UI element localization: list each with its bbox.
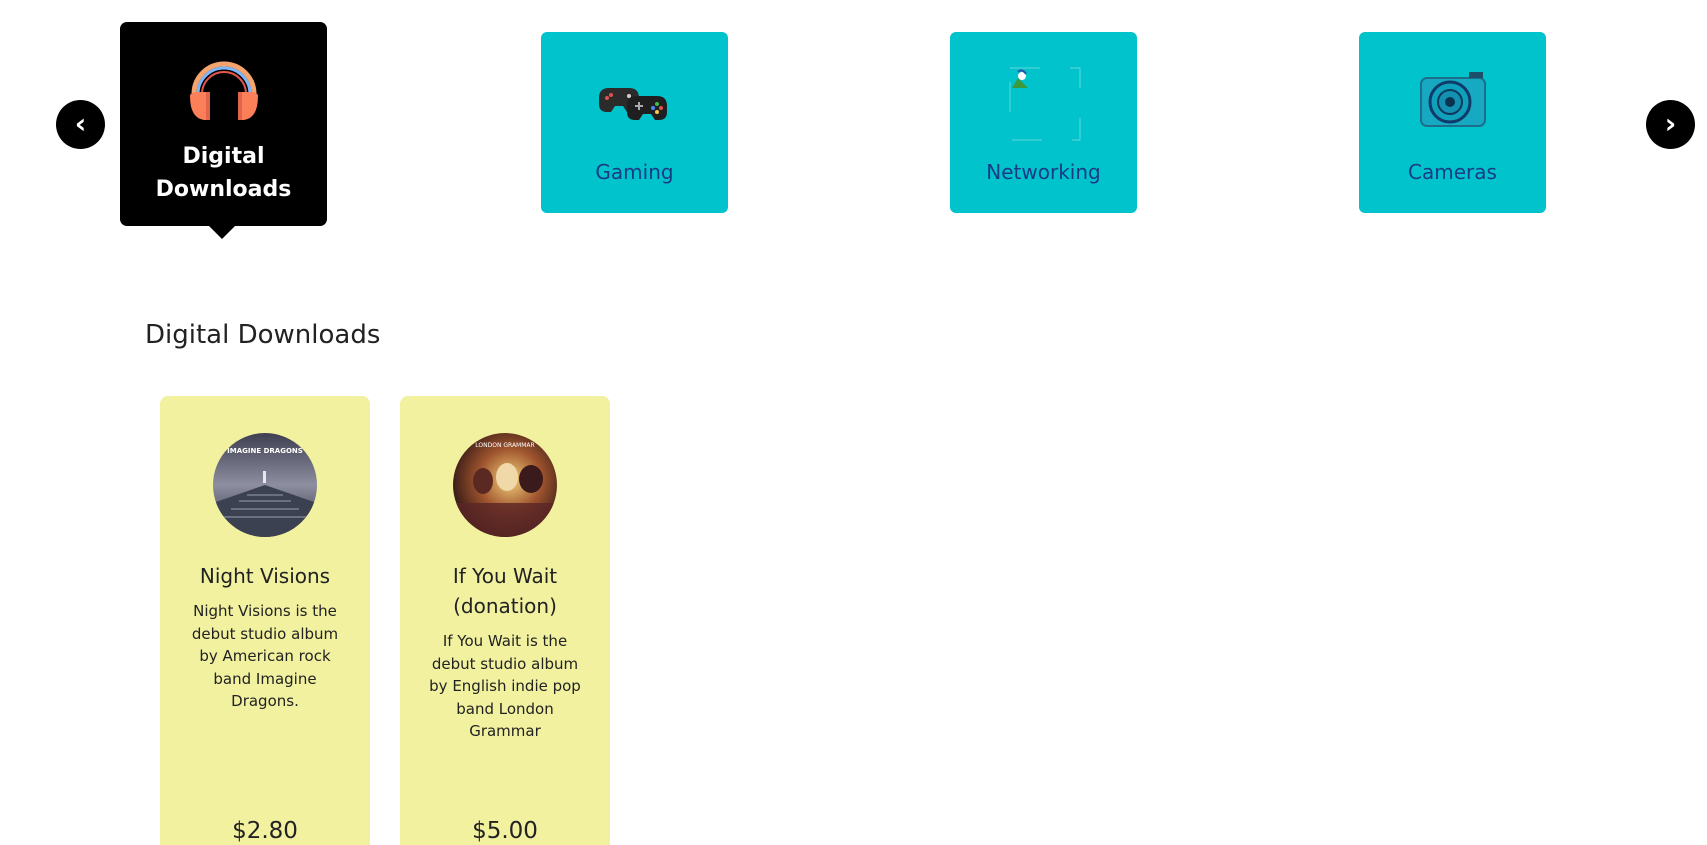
album-cover-text: LONDON GRAMMAR [475, 442, 534, 449]
game-controller-icon [595, 62, 675, 142]
category-label: Digital Downloads [155, 144, 292, 202]
carousel-next-button[interactable]: › [1646, 100, 1695, 149]
camera-icon [1413, 62, 1493, 142]
carousel-prev-button[interactable]: ‹ [56, 100, 105, 149]
album-cover-image: IMAGINE DRAGONS [213, 433, 317, 537]
page: ‹ › Digital Downloads Gaming Networking … [0, 0, 1707, 845]
album-cover-image: LONDON GRAMMAR [453, 433, 557, 537]
product-price: $5.00 [472, 818, 538, 844]
album-cover-text: IMAGINE DRAGONS [227, 447, 303, 455]
category-label: Cameras [1408, 160, 1497, 184]
category-label: Networking [986, 160, 1101, 184]
category-label: Gaming [595, 160, 674, 184]
category-gaming[interactable]: Gaming [541, 32, 728, 213]
category-digital-downloads[interactable]: Digital Downloads [120, 22, 327, 239]
headphones-icon [184, 44, 264, 124]
product-name[interactable]: If You Wait (donation) [414, 561, 596, 621]
product-card[interactable]: IMAGINE DRAGONS Night Visions Night Visi… [160, 396, 370, 845]
category-networking[interactable]: Networking [950, 32, 1137, 213]
product-price: $2.80 [232, 818, 298, 844]
section-title: Digital Downloads [145, 320, 381, 350]
product-description: Night Visions is the debut studio album … [191, 602, 339, 710]
category-cameras[interactable]: Cameras [1359, 32, 1546, 213]
active-pointer [209, 226, 235, 239]
network-image-icon [1004, 62, 1084, 142]
product-name[interactable]: Night Visions [174, 561, 356, 591]
product-description: If You Wait is the debut studio album by… [429, 632, 581, 740]
product-card[interactable]: LONDON GRAMMAR If You Wait (donation) If… [400, 396, 610, 845]
